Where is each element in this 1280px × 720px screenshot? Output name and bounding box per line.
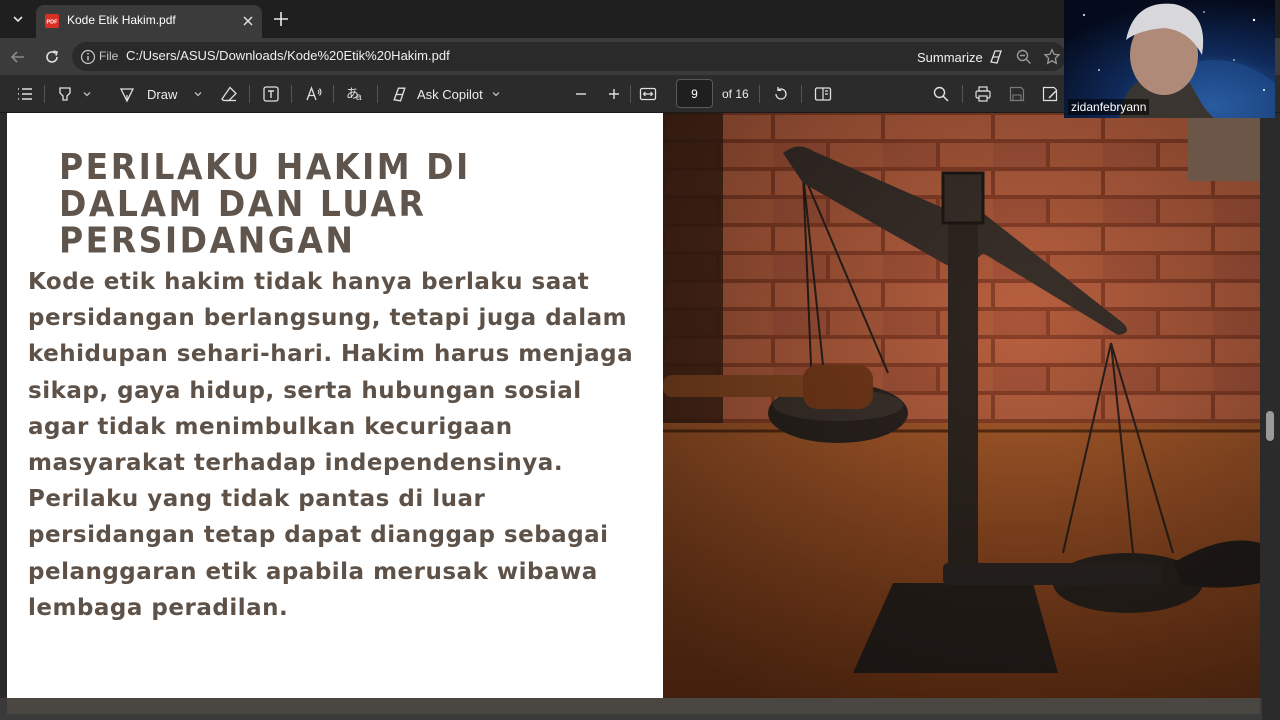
webcam-corner-block (1188, 118, 1260, 181)
url-text[interactable]: C:/Users/ASUS/Downloads/Kode%20Etik%20Ha… (126, 48, 450, 63)
toolbar-divider (249, 85, 250, 103)
close-icon[interactable] (239, 12, 257, 30)
slide-body: Kode etik hakim tidak hanya berlaku saat… (28, 269, 634, 621)
info-icon[interactable] (80, 49, 96, 65)
summarize-button[interactable]: Summarize (917, 48, 1005, 66)
favorite-icon[interactable] (1043, 48, 1061, 66)
back-icon[interactable] (6, 45, 30, 69)
fit-page-icon[interactable] (639, 84, 657, 104)
read-aloud-icon[interactable] (305, 84, 323, 104)
save-icon[interactable] (1008, 84, 1026, 104)
draw-label: Draw (147, 86, 178, 102)
toolbar-divider (333, 85, 334, 103)
scales-of-justice-photo (663, 113, 1260, 698)
chevron-down-icon (492, 92, 500, 97)
zoom-icon[interactable] (1015, 48, 1033, 66)
copilot-icon (989, 50, 1002, 64)
print-icon[interactable] (974, 84, 992, 104)
scroll-thumb[interactable] (1266, 411, 1274, 441)
participant-name: zidanfebryann (1068, 99, 1150, 115)
active-tab[interactable]: PDF Kode Etik Hakim.pdf (36, 5, 262, 38)
tab-title: Kode Etik Hakim.pdf (67, 13, 176, 27)
svg-text:PDF: PDF (47, 20, 59, 26)
toolbar-divider (801, 85, 802, 103)
toolbar-divider (630, 85, 631, 103)
omnibox[interactable]: File C:/Users/ASUS/Downloads/Kode%20Etik… (72, 42, 1066, 71)
minus-icon[interactable] (573, 84, 589, 104)
scheme-label: File (99, 49, 119, 63)
draw-button[interactable]: Draw (118, 84, 203, 104)
toolbar-divider (377, 85, 378, 103)
search-icon[interactable] (932, 84, 950, 104)
page-number-input[interactable]: 9 (676, 79, 713, 108)
toolbar-divider (759, 85, 760, 103)
slide-title: PERILAKU HAKIM DI DALAM DAN LUAR PERSIDA… (59, 145, 471, 262)
svg-text:a: a (356, 92, 362, 103)
plus-icon[interactable] (270, 8, 292, 30)
chevron-down-icon (194, 92, 202, 97)
summarize-label: Summarize (917, 49, 983, 65)
slide-text-panel: PERILAKU HAKIM DI DALAM DAN LUAR PERSIDA… (7, 113, 663, 698)
toolbar-divider (962, 85, 963, 103)
ask-copilot-label: Ask Copilot (417, 86, 483, 102)
ask-copilot-button[interactable]: Ask Copilot (390, 84, 501, 104)
pdf-file-icon: PDF (44, 13, 60, 29)
rotate-icon[interactable] (772, 84, 790, 104)
webcam-feed: zidanfebryann (1064, 0, 1275, 118)
pdf-viewer: PERILAKU HAKIM DI DALAM DAN LUAR PERSIDA… (0, 113, 1280, 720)
refresh-icon[interactable] (40, 45, 64, 69)
tab-list-icon[interactable] (4, 6, 32, 32)
plus-icon[interactable] (606, 84, 622, 104)
draw-icon (119, 88, 135, 103)
translate-icon[interactable]: あa (346, 84, 365, 104)
highlight-button[interactable] (56, 84, 92, 104)
vertical-scrollbar[interactable] (1262, 113, 1280, 720)
eraser-icon[interactable] (220, 84, 238, 104)
save-as-icon[interactable] (1041, 84, 1059, 104)
contents-icon[interactable] (16, 84, 34, 104)
toolbar-divider (291, 85, 292, 103)
copilot-icon (393, 86, 406, 102)
text-box-icon[interactable] (262, 84, 280, 104)
page-view-icon[interactable] (814, 84, 832, 104)
page-total: of 16 (722, 87, 749, 101)
highlight-icon (59, 87, 71, 101)
toolbar-divider (44, 85, 45, 103)
page-bottom-strip (0, 698, 1280, 720)
chevron-down-icon (83, 92, 91, 97)
